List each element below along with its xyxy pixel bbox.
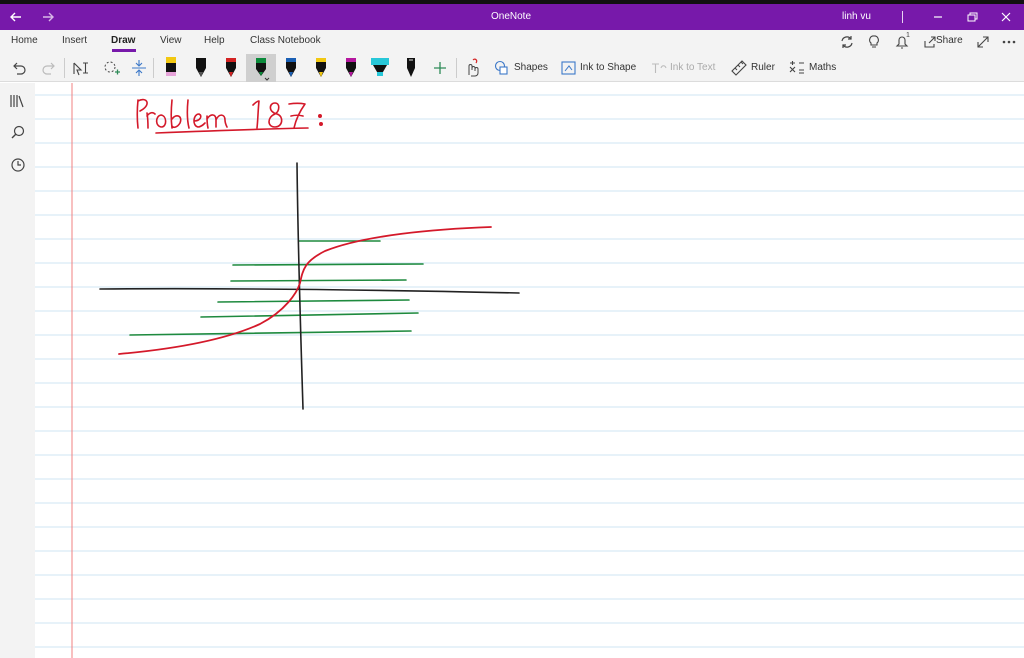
close-icon[interactable] xyxy=(996,7,1016,27)
back-arrow-icon[interactable] xyxy=(6,7,26,27)
note-page-canvas[interactable] xyxy=(35,83,1024,658)
touch-draw-icon[interactable] xyxy=(461,54,483,82)
more-options-icon[interactable] xyxy=(999,32,1019,52)
lasso-select-icon[interactable] xyxy=(100,54,122,82)
search-icon[interactable] xyxy=(8,123,28,143)
toolbar-separator xyxy=(456,58,457,78)
share-button[interactable]: Share xyxy=(936,35,963,46)
ink-to-text-label: Ink to Text xyxy=(670,62,716,73)
pen-black-icon[interactable] xyxy=(190,54,212,82)
title-divider xyxy=(902,11,903,23)
ruled-lines xyxy=(35,94,1024,648)
user-name[interactable]: linh vu xyxy=(842,4,871,30)
undo-icon[interactable] xyxy=(8,54,30,82)
type-select-icon[interactable] xyxy=(70,54,92,82)
draw-toolbar: Shapes Ink to Shape Ink to Text Ruler Ma… xyxy=(0,54,1024,82)
expand-icon[interactable] xyxy=(973,32,993,52)
add-pen-icon[interactable] xyxy=(429,54,451,82)
pen-red-icon[interactable] xyxy=(220,54,242,82)
minimize-icon[interactable] xyxy=(928,7,948,27)
tab-view[interactable]: View xyxy=(160,35,182,46)
handwritten-title-ink xyxy=(136,98,323,134)
pen-pink-icon[interactable] xyxy=(160,54,182,82)
add-space-icon[interactable] xyxy=(128,54,150,82)
ruler-label[interactable]: Ruler xyxy=(751,62,775,73)
ink-to-text-icon xyxy=(652,63,667,73)
ink-to-shape-label[interactable]: Ink to Shape xyxy=(580,62,636,73)
toolbar-separator xyxy=(64,58,65,78)
lightbulb-icon[interactable] xyxy=(864,32,884,52)
sync-icon[interactable] xyxy=(837,32,857,52)
maths-label[interactable]: Maths xyxy=(809,62,836,73)
shapes-icon[interactable] xyxy=(492,54,512,82)
tab-insert[interactable]: Insert xyxy=(62,35,87,46)
forward-arrow-icon[interactable] xyxy=(38,7,58,27)
active-tab-underline xyxy=(112,49,136,52)
tab-draw[interactable]: Draw xyxy=(111,35,135,46)
ink-to-shape-icon[interactable] xyxy=(559,54,579,82)
pen-blue-icon[interactable] xyxy=(280,54,302,82)
pen-magenta-icon[interactable] xyxy=(340,54,362,82)
toolbar-separator xyxy=(153,58,154,78)
axes-ink xyxy=(99,162,520,410)
pen-black-2-icon[interactable] xyxy=(400,54,422,82)
ruler-icon[interactable] xyxy=(729,54,749,82)
maths-icon[interactable] xyxy=(787,54,807,82)
notebooks-icon[interactable] xyxy=(8,91,28,111)
restore-icon[interactable] xyxy=(962,7,982,27)
tab-help[interactable]: Help xyxy=(204,35,225,46)
navigation-sidebar xyxy=(0,83,35,658)
notification-count: 1 xyxy=(906,32,910,39)
highlighter-cyan-icon[interactable] xyxy=(368,54,392,82)
shapes-label[interactable]: Shapes xyxy=(514,62,548,73)
ribbon-tabs: Home Insert Draw View Help Class Noteboo… xyxy=(0,30,1024,54)
pen-yellow-icon[interactable] xyxy=(310,54,332,82)
recent-notes-icon[interactable] xyxy=(8,155,28,175)
tab-class-notebook[interactable]: Class Notebook xyxy=(250,35,321,46)
note-page-svg xyxy=(35,83,1024,658)
title-bar: OneNote linh vu xyxy=(0,4,1024,30)
tab-home[interactable]: Home xyxy=(11,35,38,46)
app-title: OneNote xyxy=(491,11,532,22)
redo-icon[interactable] xyxy=(38,54,60,82)
pen-green-icon[interactable] xyxy=(250,54,272,82)
